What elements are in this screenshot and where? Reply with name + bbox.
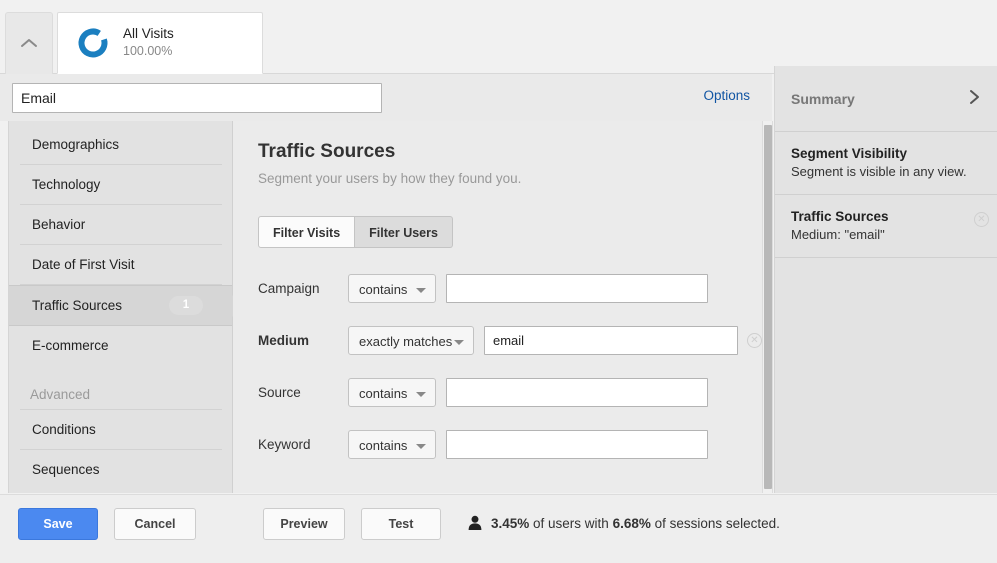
nav-item-label: Demographics [32,137,119,152]
pane-subtitle: Segment your users by how they found you… [258,171,762,186]
nav-item-label: E-commerce [32,338,109,353]
nav-item-e-commerce[interactable]: E-commerce [20,326,222,365]
tab-all-visits-text: All Visits 100.00% [123,26,174,60]
nav-item-label: Behavior [32,217,85,232]
campaign-operator-value: contains [359,282,407,297]
nav-item-conditions[interactable]: Conditions [20,410,222,450]
filter-label: Campaign [258,281,348,296]
nav-item-sequences[interactable]: Sequences [20,450,222,489]
filter-row-keyword: Keyword contains [258,429,762,459]
status-text: 3.45% of users with 6.68% of sessions se… [491,516,780,531]
filter-label: Source [258,385,348,400]
nav-item-label: Traffic Sources [32,298,122,313]
tab-strip: All Visits 100.00% [0,0,997,74]
tab-all-visits-percent: 100.00% [123,44,174,60]
segment-builder: All Visits 100.00% Options Demographics … [0,0,997,563]
medium-operator-select[interactable]: exactly matches [348,326,474,355]
nav-item-label: Technology [32,177,100,192]
tab-all-visits-label: All Visits [123,26,174,43]
status-users-percent: 3.45% [491,516,529,531]
preview-button[interactable]: Preview [263,508,345,540]
traffic-sources-pane: Traffic Sources Segment your users by ho… [233,121,762,493]
save-button[interactable]: Save [18,508,98,540]
status-sessions-percent: 6.68% [613,516,651,531]
summary-block-text: Medium: "email" [791,227,981,242]
scrollbar-thumb[interactable] [764,125,772,489]
summary-block-text: Segment is visible in any view. [791,164,981,179]
cancel-button[interactable]: Cancel [114,508,196,540]
collapse-panel-button[interactable] [5,12,53,74]
nav-item-label: Conditions [32,422,96,437]
chevron-down-icon [416,288,426,293]
nav-item-date-of-first-visit[interactable]: Date of First Visit [20,245,222,285]
medium-operator-value: exactly matches [359,334,452,349]
source-value-input[interactable] [446,378,708,407]
person-icon [468,515,491,531]
summary-header[interactable]: Summary [775,66,997,132]
nav-group-advanced: Advanced [20,375,222,410]
segment-name-input[interactable] [12,83,382,113]
source-operator-select[interactable]: contains [348,378,436,407]
content-area: Demographics Technology Behavior Date of… [0,121,772,493]
content-scrollbar[interactable] [762,121,773,493]
medium-value-input[interactable] [484,326,738,355]
circle-x-icon[interactable]: ✕ [974,212,989,227]
category-nav: Demographics Technology Behavior Date of… [8,121,233,493]
summary-block-segment-visibility: Segment Visibility Segment is visible in… [775,132,997,195]
test-button[interactable]: Test [361,508,441,540]
nav-item-behavior[interactable]: Behavior [20,205,222,245]
filter-scope-toggle: Filter Visits Filter Users [258,216,453,248]
filter-visits-button[interactable]: Filter Visits [258,216,355,248]
chevron-down-icon [454,340,464,345]
keyword-operator-value: contains [359,438,407,453]
selection-status: 3.45% of users with 6.68% of sessions se… [468,515,780,531]
footer-bar: Save Cancel Preview Test 3.45% of users … [0,494,997,563]
source-operator-value: contains [359,386,407,401]
circle-x-icon[interactable]: ✕ [747,333,762,348]
campaign-value-input[interactable] [446,274,708,303]
nav-item-demographics[interactable]: Demographics [20,125,222,165]
chevron-down-icon [416,392,426,397]
nav-item-badge: 1 [169,296,203,315]
campaign-operator-select[interactable]: contains [348,274,436,303]
filter-label: Keyword [258,437,348,452]
summary-block-title: Segment Visibility [791,146,981,161]
nav-item-technology[interactable]: Technology [20,165,222,205]
summary-title: Summary [791,91,968,107]
nav-item-label: Date of First Visit [32,257,135,272]
filter-label: Medium [258,333,348,348]
summary-panel: Summary Segment Visibility Segment is vi… [774,66,997,493]
filter-users-button[interactable]: Filter Users [355,216,453,248]
summary-block-title: Traffic Sources [791,209,981,224]
options-link[interactable]: Options [703,88,750,103]
filter-row-campaign: Campaign contains [258,273,762,303]
keyword-value-input[interactable] [446,430,708,459]
summary-block-traffic-sources: Traffic Sources Medium: "email" ✕ [775,195,997,258]
chevron-right-icon[interactable] [968,88,981,109]
filter-row-medium: Medium exactly matches ✕ [258,325,762,355]
chevron-down-icon [416,444,426,449]
status-tail-text: of sessions selected. [651,516,780,531]
nav-item-label: Sequences [32,462,100,477]
chevron-up-icon [19,37,39,50]
nav-item-traffic-sources[interactable]: Traffic Sources 1 [9,285,232,326]
status-mid-text: of users with [529,516,612,531]
donut-chart-icon [76,26,110,60]
segment-name-bar: Options [0,74,772,121]
pane-title: Traffic Sources [258,141,762,163]
keyword-operator-select[interactable]: contains [348,430,436,459]
filter-row-source: Source contains [258,377,762,407]
tab-all-visits[interactable]: All Visits 100.00% [57,12,263,74]
